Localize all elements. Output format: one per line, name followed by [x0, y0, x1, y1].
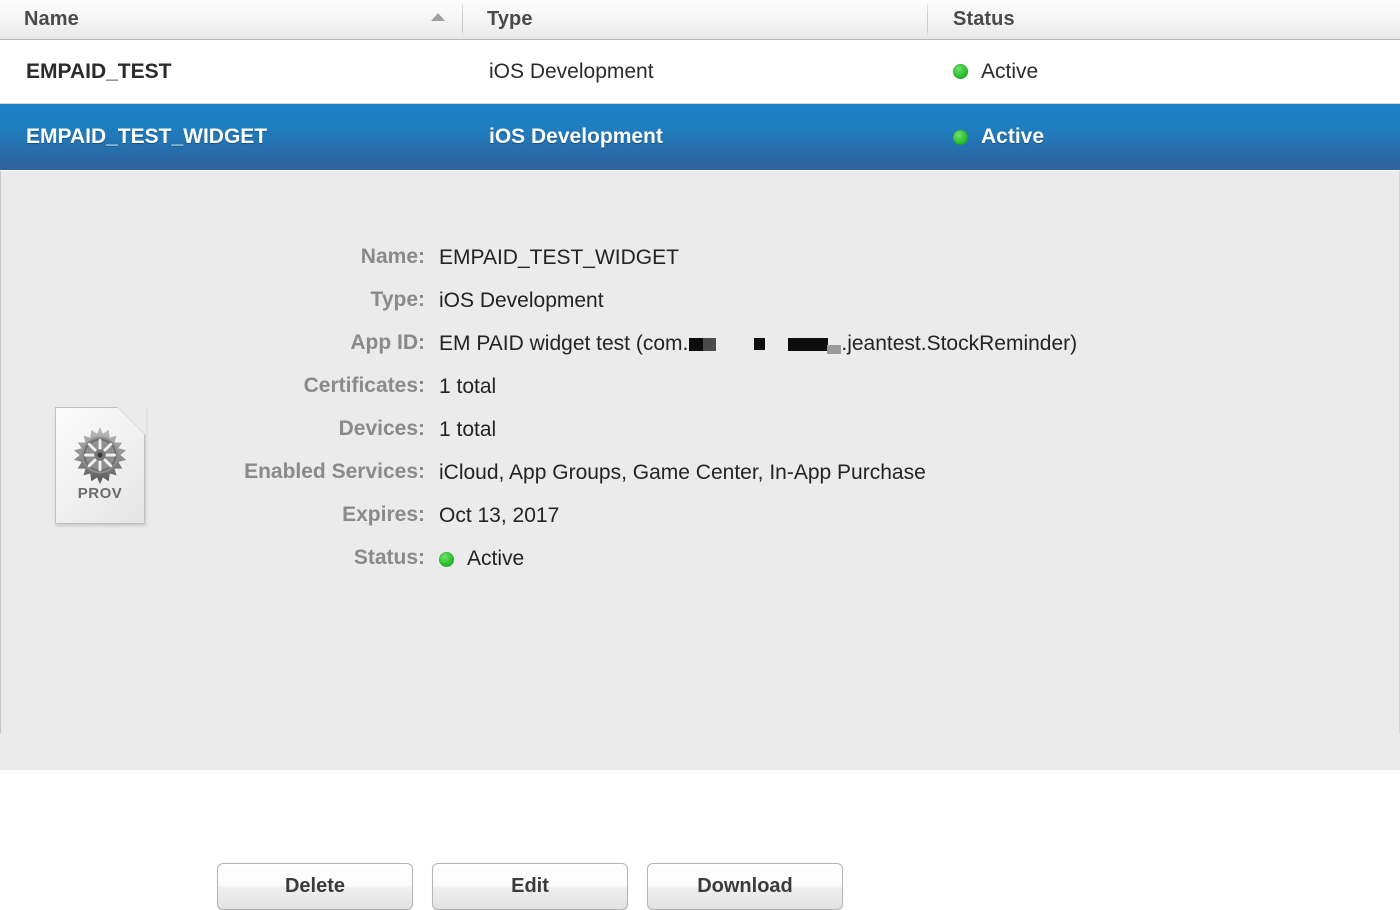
table-row[interactable]: EMPAID_TEST iOS Development Active: [0, 40, 1400, 104]
edit-button[interactable]: Edit: [432, 863, 628, 910]
row-status: Active: [953, 104, 1044, 170]
redaction-block-1b: [703, 337, 717, 351]
app-id-prefix: EM PAID widget test (com.: [439, 332, 689, 355]
field-label: Certificates:: [303, 374, 425, 397]
field-value-app-id: EM PAID widget test (com. .jeantest.Stock…: [439, 331, 1077, 357]
table-header: Name Type Status: [0, 0, 1400, 40]
detail-action-buttons: Delete Edit Download: [217, 863, 843, 910]
download-button[interactable]: Download: [647, 863, 843, 910]
field-value: iCloud, App Groups, Game Center, In-App …: [439, 461, 926, 484]
field-label: Type:: [370, 288, 425, 311]
detail-status-label: Active: [467, 547, 525, 570]
redaction-block-3: [788, 337, 829, 351]
field-label: Enabled Services:: [244, 460, 425, 483]
file-icon-badge-label: PROV: [77, 485, 123, 502]
profiles-table-body: EMPAID_TEST iOS Development Active EMPAI…: [0, 40, 1400, 171]
field-value: 1 total: [439, 418, 497, 441]
field-label: App ID:: [350, 331, 425, 354]
status-dot-icon: [953, 64, 968, 79]
app-id-suffix: .jeantest.StockReminder): [841, 332, 1078, 355]
column-header-type[interactable]: Type: [487, 0, 533, 39]
row-status: Active: [953, 40, 1038, 103]
profile-detail-panel: PROV Name: EMPAID_TEST_WIDGET Type: iOS …: [0, 171, 1400, 910]
row-status-label: Active: [981, 125, 1045, 148]
column-divider-1[interactable]: [462, 4, 463, 36]
column-divider-2[interactable]: [927, 4, 928, 36]
field-value: 1 total: [439, 375, 497, 398]
field-value-status: Active: [439, 546, 524, 572]
status-dot-icon: [953, 129, 968, 145]
column-header-name[interactable]: Name: [24, 0, 79, 39]
sort-ascending-icon[interactable]: [431, 13, 445, 21]
row-status-label: Active: [981, 59, 1039, 83]
field-label: Status:: [353, 546, 425, 569]
field-value: Oct 13, 2017: [439, 504, 560, 527]
row-type: iOS Development: [489, 125, 663, 148]
delete-button[interactable]: Delete: [217, 863, 413, 910]
field-value: EMPAID_TEST_WIDGET: [439, 246, 679, 269]
redaction-block-1: [689, 337, 704, 351]
redaction-block-3b: [827, 344, 842, 354]
row-name: EMPAID_TEST: [26, 59, 172, 83]
row-name: EMPAID_TEST_WIDGET: [26, 125, 268, 148]
status-dot-icon: [439, 551, 454, 567]
column-header-status[interactable]: Status: [953, 0, 1015, 39]
field-label: Expires:: [342, 503, 425, 526]
field-label: Devices:: [338, 417, 425, 440]
field-label: Name:: [360, 245, 425, 268]
provisioning-profiles-window: Name Type Status EMPAID_TEST iOS Develop…: [0, 0, 1400, 910]
row-type: iOS Development: [489, 59, 654, 83]
redaction-block-2: [754, 338, 766, 350]
table-row[interactable]: EMPAID_TEST_WIDGET iOS Development Activ…: [0, 104, 1400, 171]
field-value: iOS Development: [439, 289, 604, 312]
